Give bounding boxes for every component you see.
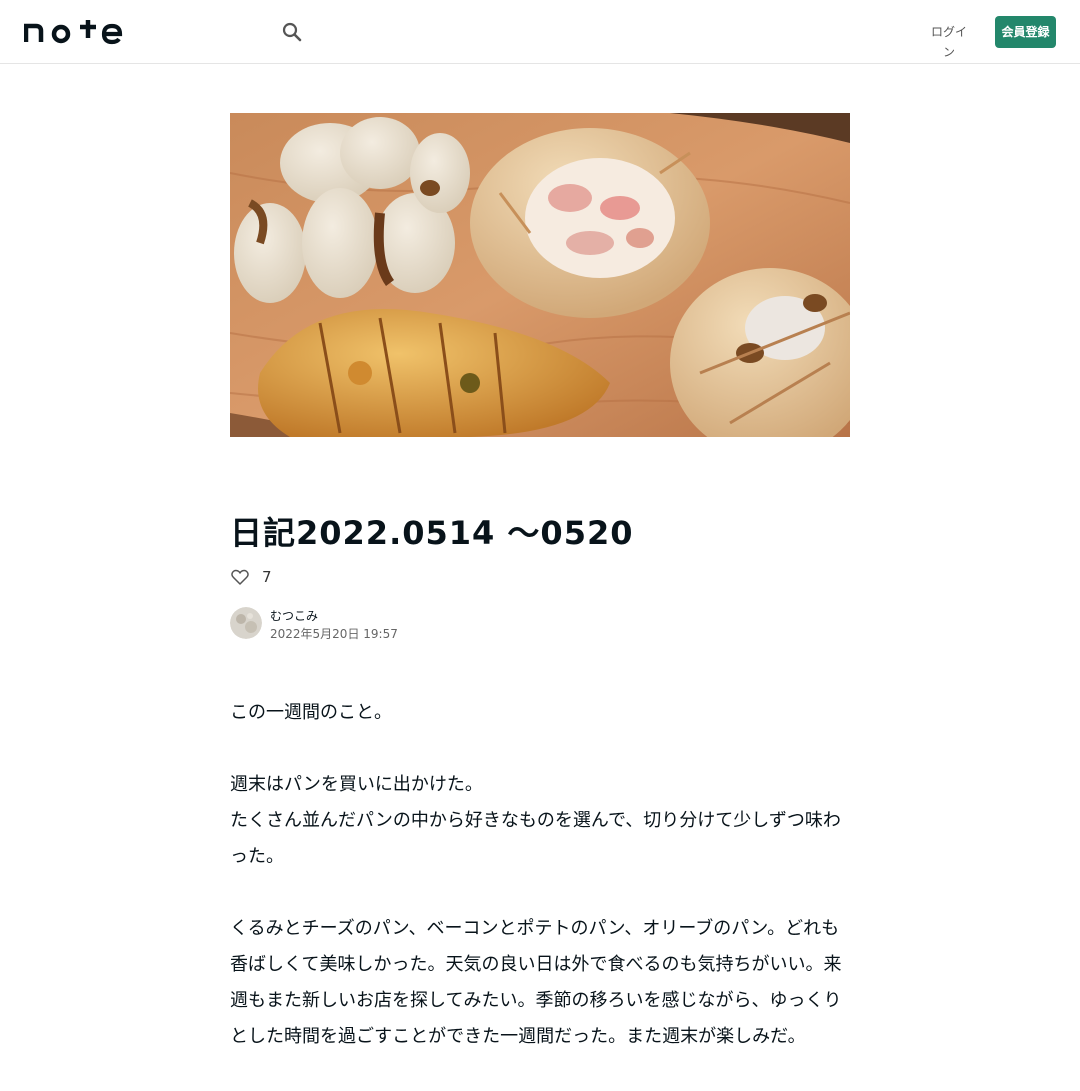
like-area: 7 [230,565,310,589]
avatar[interactable] [230,607,262,639]
article-body: この一週間のこと。 週末はパンを買いに出かけた。 たくさん並んだパンの中から好き… [230,695,850,1091]
signup-button[interactable]: 会員登録 [995,16,1056,48]
author-name[interactable]: むつこみ [270,608,318,624]
site-header: ログイン 会員登録 [0,0,1080,64]
post-date: 2022年5月20日 19:57 [270,627,398,641]
paragraph: 週末はパンを買いに出かけた。 たくさん並んだパンの中から好きなものを選んで、切り… [230,774,841,867]
article-title: 日記2022.0514 〜0520 [230,514,634,552]
article-hero-image [230,113,850,437]
note-logo[interactable] [23,17,124,45]
heart-icon[interactable] [230,567,250,587]
author-info: むつこみ 2022年5月20日 19:57 [230,606,530,641]
login-link[interactable]: ログイン [926,22,972,59]
like-count: 7 [262,568,272,586]
search-icon[interactable] [280,20,304,44]
paragraph: この一週間のこと。 [230,702,392,723]
paragraph: くるみとチーズのパン、ベーコンとポテトのパン、オリーブのパン。どれも香ばしくて美… [230,918,842,1047]
